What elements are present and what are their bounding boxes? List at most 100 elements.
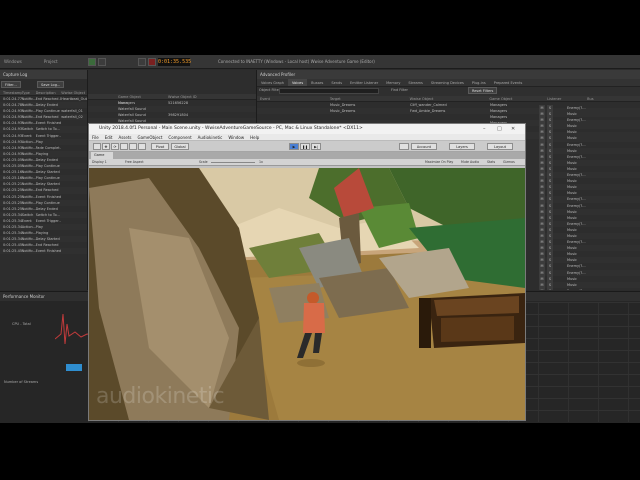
menu-edit[interactable]: Edit xyxy=(102,135,116,140)
maximize-icon[interactable]: □ xyxy=(497,124,502,134)
tab-prepared-events[interactable]: Prepared Events xyxy=(490,79,527,86)
object-filter-input[interactable] xyxy=(279,88,379,94)
hand-tool-icon[interactable] xyxy=(93,143,101,150)
reset-filters-button[interactable]: Reset Filters xyxy=(468,87,498,94)
scale-value: 1x xyxy=(259,160,263,164)
capture-log-panel: Capture Log Filter... Save Log... Timest… xyxy=(0,70,88,290)
column-header[interactable]: Description xyxy=(36,90,62,95)
bus-column: M S Enemy(?... M S Music M S Enemy(?... M S Music M S… xyxy=(539,105,640,290)
column-header[interactable]: Bus xyxy=(584,96,640,101)
unity-window-title: Unity 2018.4.0f1 Personal - Main Scene.u… xyxy=(99,126,363,131)
watermark-text: audiokinetic xyxy=(96,384,225,409)
tab-voices-graph[interactable]: Voices Graph xyxy=(257,79,288,86)
tab-streams[interactable]: Streams xyxy=(404,79,427,86)
scale-tool-icon[interactable] xyxy=(120,143,128,150)
toggle-icon[interactable]: S xyxy=(547,287,553,290)
global-toggle[interactable]: Global xyxy=(171,143,189,150)
rect-tool-icon[interactable] xyxy=(129,143,137,150)
mute-audio-toggle[interactable]: Mute Audio xyxy=(461,159,479,166)
menu-help[interactable]: Help xyxy=(247,135,262,140)
tab-game[interactable]: Game xyxy=(91,152,113,159)
menu-windows[interactable]: Windows xyxy=(0,59,26,64)
rotate-tool-icon[interactable]: ⟳ xyxy=(111,143,119,150)
save-log-button[interactable]: Save Log... xyxy=(36,81,65,88)
tab-streaming-devices[interactable]: Streaming Devices xyxy=(427,79,468,86)
stop-icon[interactable] xyxy=(98,58,106,66)
extra-columns-rows: Managers 521656228 Waterfall Sound Waterfal… xyxy=(88,100,256,125)
game-view-tab-strip: Game xyxy=(89,152,525,159)
gizmos-dropdown[interactable]: Gizmos xyxy=(503,159,515,166)
play-button-icon[interactable]: ▶ xyxy=(289,143,299,150)
close-icon[interactable]: ✕ xyxy=(511,124,515,134)
tab-emitter-listener[interactable]: Emitter Listener xyxy=(346,79,382,86)
streams-bar xyxy=(66,364,82,371)
toggle-icon[interactable]: M xyxy=(539,287,545,290)
transform-tool-icon[interactable] xyxy=(138,143,146,150)
column-header[interactable]: Type xyxy=(22,90,36,95)
menu-component[interactable]: Component xyxy=(165,135,194,140)
game-view-toolbar: Display 1 Free Aspect Scale 1x Maximize … xyxy=(89,159,525,166)
table-row[interactable]: 0:01:25.456Notific...Event Finished xyxy=(0,248,87,255)
profiler-tabs: Voices Graph Voices Busses Sends Emitter Lis… xyxy=(257,79,640,87)
capture-timecode: 0:01:35.535 xyxy=(158,58,192,66)
aspect-dropdown[interactable]: Free Aspect xyxy=(125,159,144,166)
account-dropdown[interactable]: Account xyxy=(411,143,437,150)
column-header[interactable]: Wwise Object ID xyxy=(148,94,198,99)
menu-window[interactable]: Window xyxy=(225,135,247,140)
advanced-profiler-title: Advanced Profiler xyxy=(257,70,640,79)
table-cell: 0:01:25.456 xyxy=(3,249,22,254)
unity-toolbar: ✥ ⟳ Pivot Global ▶ ❚❚ ▶| Account Layers … xyxy=(89,141,525,152)
find-filter-label: Find Filter xyxy=(391,88,408,92)
table-cell: Notific... xyxy=(21,249,36,254)
column-header[interactable]: Event xyxy=(257,96,327,101)
column-header[interactable]: Listener xyxy=(544,96,584,101)
table-cell: Event Finished xyxy=(35,249,62,254)
object-filter-label: Object Filter xyxy=(259,88,281,92)
tab-sends[interactable]: Sends xyxy=(327,79,346,86)
video-frame: Windows Project 0:01:35.535 Connected to… xyxy=(0,0,640,480)
step-button-icon[interactable]: ▶| xyxy=(311,143,321,150)
capture-icon[interactable] xyxy=(148,58,156,66)
bus-name: Enemy(?... xyxy=(567,288,586,290)
game-scene-view[interactable] xyxy=(89,168,525,420)
unity-menu-bar: File Edit Assets GameObject Component Audioki… xyxy=(89,134,525,141)
maximize-on-play-toggle[interactable]: Maximize On Play xyxy=(425,159,453,166)
game-scene-illustration xyxy=(89,168,525,420)
tab-memory[interactable]: Memory xyxy=(382,79,404,86)
list-item[interactable]: MS Enemy(?... xyxy=(539,287,640,290)
menu-audiokinetic[interactable]: Audiokinetic xyxy=(195,135,226,140)
play-icon[interactable] xyxy=(88,58,96,66)
connect-icon[interactable] xyxy=(138,58,146,66)
pause-button-icon[interactable]: ❚❚ xyxy=(300,143,310,150)
column-header[interactable]: Wwise Object Name xyxy=(61,90,87,95)
connection-status: Connected to INAETTY (Windows - Local ho… xyxy=(218,59,375,64)
column-header[interactable]: Game Object Name xyxy=(88,94,148,105)
display-dropdown[interactable]: Display 1 xyxy=(92,159,107,166)
column-header[interactable]: Game Object xyxy=(486,96,544,101)
project-label[interactable]: Project xyxy=(40,59,62,64)
minimize-icon[interactable]: – xyxy=(483,124,486,134)
filter-button[interactable]: Filter... xyxy=(1,81,21,88)
scale-slider[interactable] xyxy=(211,162,255,163)
table-cell xyxy=(61,248,87,254)
tab-plug-ins[interactable]: Plug-ins xyxy=(468,79,490,86)
move-tool-icon[interactable]: ✥ xyxy=(102,143,110,150)
tab-busses[interactable]: Busses xyxy=(307,79,327,86)
capture-log-rows: 0:01:24.778Notific...End Reached An...He… xyxy=(0,96,87,255)
stats-toggle[interactable]: Stats xyxy=(487,159,495,166)
cpu-total-label: CPU - Total xyxy=(12,322,31,326)
layout-dropdown[interactable]: Layout xyxy=(487,143,513,150)
menu-file[interactable]: File xyxy=(89,135,102,140)
column-header[interactable]: Wwise Object xyxy=(407,96,487,101)
tab-voices[interactable]: Voices xyxy=(288,79,308,86)
profiler-filter-bar: Object Filter Find Filter Reset Filters xyxy=(257,87,640,96)
pivot-toggle[interactable]: Pivot xyxy=(151,143,169,150)
wwise-top-toolbar: Windows Project 0:01:35.535 Connected to… xyxy=(0,55,640,69)
cloud-icon[interactable] xyxy=(399,143,409,150)
column-header[interactable]: Target xyxy=(327,96,407,101)
layers-dropdown[interactable]: Layers xyxy=(449,143,475,150)
unity-title-bar: Unity 2018.4.0f1 Personal - Main Scene.u… xyxy=(89,124,525,134)
menu-gameobject[interactable]: GameObject xyxy=(134,135,165,140)
column-header[interactable]: Timestamp xyxy=(0,90,22,95)
menu-assets[interactable]: Assets xyxy=(115,135,134,140)
